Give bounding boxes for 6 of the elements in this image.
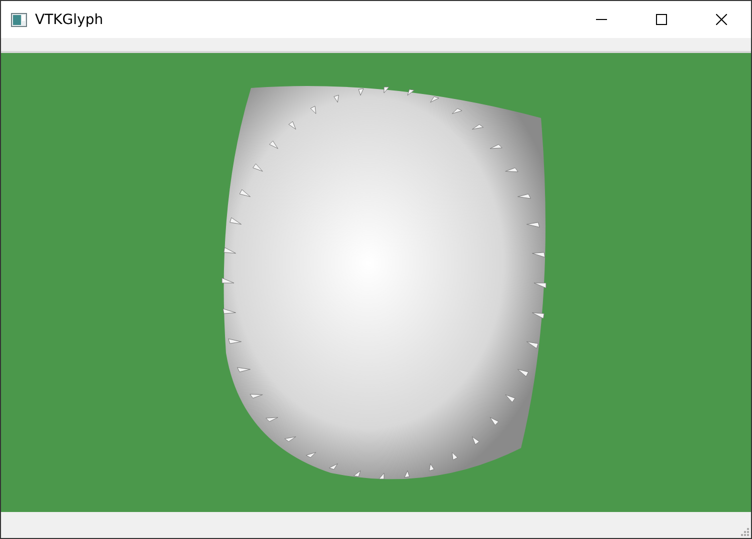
app-icon — [11, 12, 27, 26]
size-grip-icon[interactable] — [741, 528, 749, 536]
close-icon — [716, 14, 726, 25]
minimize-icon — [596, 19, 606, 20]
window-title: VTKGlyph — [35, 12, 104, 28]
maximize-icon — [656, 14, 666, 25]
